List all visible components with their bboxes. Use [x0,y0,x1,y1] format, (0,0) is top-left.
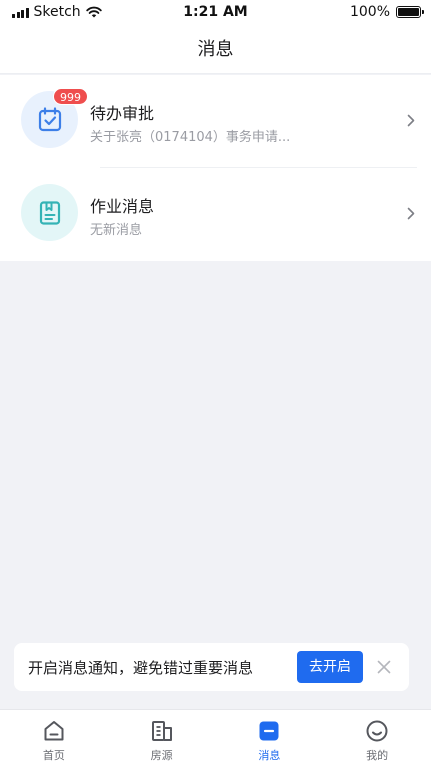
message-icon [256,718,282,744]
chevron-right-icon [407,114,415,127]
list-item-homework[interactable]: 作业消息 无新消息 [0,168,431,261]
tab-label: 首页 [42,749,65,762]
status-right: 100% [349,4,424,20]
chevron-right-icon [407,207,415,220]
list-item-subtitle: 关于张亮（0174104）事务申请... [90,130,291,145]
list-item-title: 待办审批 [90,104,155,123]
tab-label: 消息 [258,749,281,762]
bookmark-doc-icon [39,200,60,225]
close-icon[interactable] [376,659,392,675]
status-bar: Sketch 1:21 AM 100% [0,0,431,26]
carrier-label: Sketch [33,4,81,20]
tab-label: 房源 [150,749,173,762]
list-item-approval[interactable]: 999 待办审批 关于张亮（0174104）事务申请... [0,75,431,168]
tab-listings[interactable]: 房源 [108,710,216,766]
page-title: 消息 [0,26,431,74]
signal-icon [12,7,29,18]
tab-home[interactable]: 首页 [0,710,108,766]
messages-screen: Sketch 1:21 AM 100% 消息 999 待办审批 关于张亮（017… [0,0,431,766]
enable-notifications-button[interactable]: 去开启 [297,651,363,683]
buildings-icon [149,718,175,744]
home-icon [41,718,67,744]
battery-percent: 100% [349,4,390,20]
notification-text: 开启消息通知，避免错过重要消息 [28,659,254,677]
unread-badge: 999 [53,88,88,105]
status-left: Sketch [12,4,102,20]
homework-avatar [21,184,78,241]
wifi-icon [85,6,102,18]
smile-icon [364,718,390,744]
list-item-title: 作业消息 [90,197,155,216]
tab-label: 我的 [366,749,389,762]
message-list: 999 待办审批 关于张亮（0174104）事务申请... 作业消息 无新消息 [0,75,431,261]
calendar-check-icon [38,106,61,131]
notification-banner: 开启消息通知，避免错过重要消息 去开启 [14,643,409,691]
battery-fill [398,8,419,16]
list-item-subtitle: 无新消息 [90,223,143,238]
battery-icon [396,6,424,18]
tab-messages[interactable]: 消息 [216,710,324,766]
tab-profile[interactable]: 我的 [323,710,431,766]
tab-bar: 首页 房源 消息 我的 [0,709,431,766]
